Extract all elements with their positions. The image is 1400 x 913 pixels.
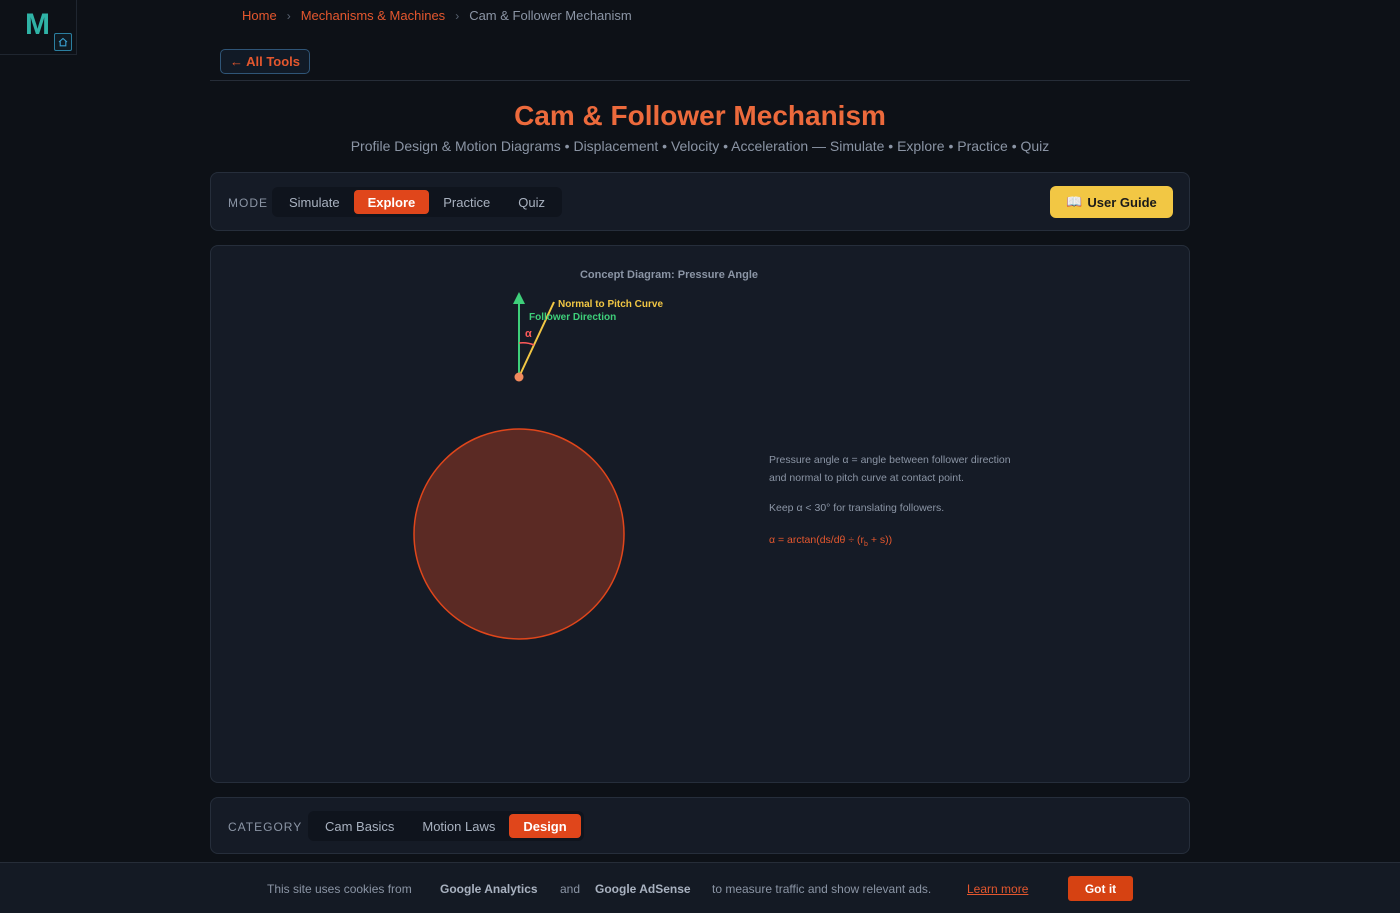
diagram-title: Concept Diagram: Pressure Angle [580, 269, 758, 281]
cookie-text: and [560, 882, 581, 896]
breadcrumb: Home › Mechanisms & Machines › Cam & Fol… [242, 8, 632, 23]
tab-practice[interactable]: Practice [429, 190, 504, 214]
page-title: Cam & Follower Mechanism [514, 100, 886, 131]
breadcrumb-category-link[interactable]: Mechanisms & Machines [301, 8, 446, 23]
tab-motion-laws[interactable]: Motion Laws [408, 814, 509, 838]
category-tabs: Cam Basics Motion Laws Design [308, 811, 584, 841]
concept-diagram-panel: Concept Diagram: Pressure Angle α Normal… [210, 245, 1190, 783]
cam-circle [413, 428, 625, 640]
home-icon[interactable] [54, 33, 72, 51]
logo-letter: M [25, 8, 50, 41]
alpha-arc [518, 342, 535, 346]
pressure-angle-formula: α = arctan(ds/dθ ÷ (rb + s)) [769, 534, 892, 548]
cookie-text: This site uses cookies from [267, 882, 412, 896]
tab-quiz[interactable]: Quiz [504, 190, 559, 214]
got-it-button[interactable]: Got it [1068, 876, 1133, 901]
contact-point [514, 372, 524, 382]
alpha-symbol: α [525, 328, 532, 340]
divider [210, 80, 1190, 81]
site-logo[interactable]: M [0, 0, 77, 55]
cookie-google-analytics: Google Analytics [440, 882, 538, 896]
book-icon: 📖 [1066, 194, 1083, 209]
description-line: and normal to pitch curve at contact poi… [769, 472, 964, 484]
cookie-banner: This site uses cookies from Google Analy… [0, 862, 1400, 913]
tab-cam-basics[interactable]: Cam Basics [311, 814, 408, 838]
tab-simulate[interactable]: Simulate [275, 190, 354, 214]
mode-panel: MODE Simulate Explore Practice Quiz 📖 Us… [210, 172, 1190, 231]
page-subtitle: Profile Design & Motion Diagrams • Displ… [350, 138, 1050, 154]
design-tip: Keep α < 30° for translating followers. [769, 502, 944, 514]
breadcrumb-home-link[interactable]: Home [242, 8, 277, 23]
category-panel: CATEGORY Cam Basics Motion Laws Design [210, 797, 1190, 854]
all-tools-button[interactable]: ← All Tools [220, 49, 310, 74]
normal-label: Normal to Pitch Curve [558, 299, 663, 310]
category-label: CATEGORY [228, 820, 303, 834]
breadcrumb-separator: › [455, 8, 460, 23]
concept-diagram: Concept Diagram: Pressure Angle α Normal… [413, 269, 1011, 640]
user-guide-button[interactable]: 📖 User Guide [1050, 186, 1173, 218]
mode-tabs: Simulate Explore Practice Quiz [272, 187, 562, 217]
breadcrumb-current: Cam & Follower Mechanism [469, 8, 632, 23]
cookie-google-adsense: Google AdSense [595, 882, 691, 896]
user-guide-label: User Guide [1087, 194, 1157, 210]
description-line: Pressure angle α = angle between followe… [769, 454, 1011, 466]
mode-label: MODE [228, 196, 268, 210]
learn-more-link[interactable]: Learn more [967, 882, 1028, 896]
cookie-text: to measure traffic and show relevant ads… [712, 882, 932, 896]
tab-design[interactable]: Design [509, 814, 581, 838]
tab-explore[interactable]: Explore [353, 190, 430, 214]
breadcrumb-separator: › [286, 8, 291, 23]
follower-label: Follower Direction [529, 312, 616, 323]
